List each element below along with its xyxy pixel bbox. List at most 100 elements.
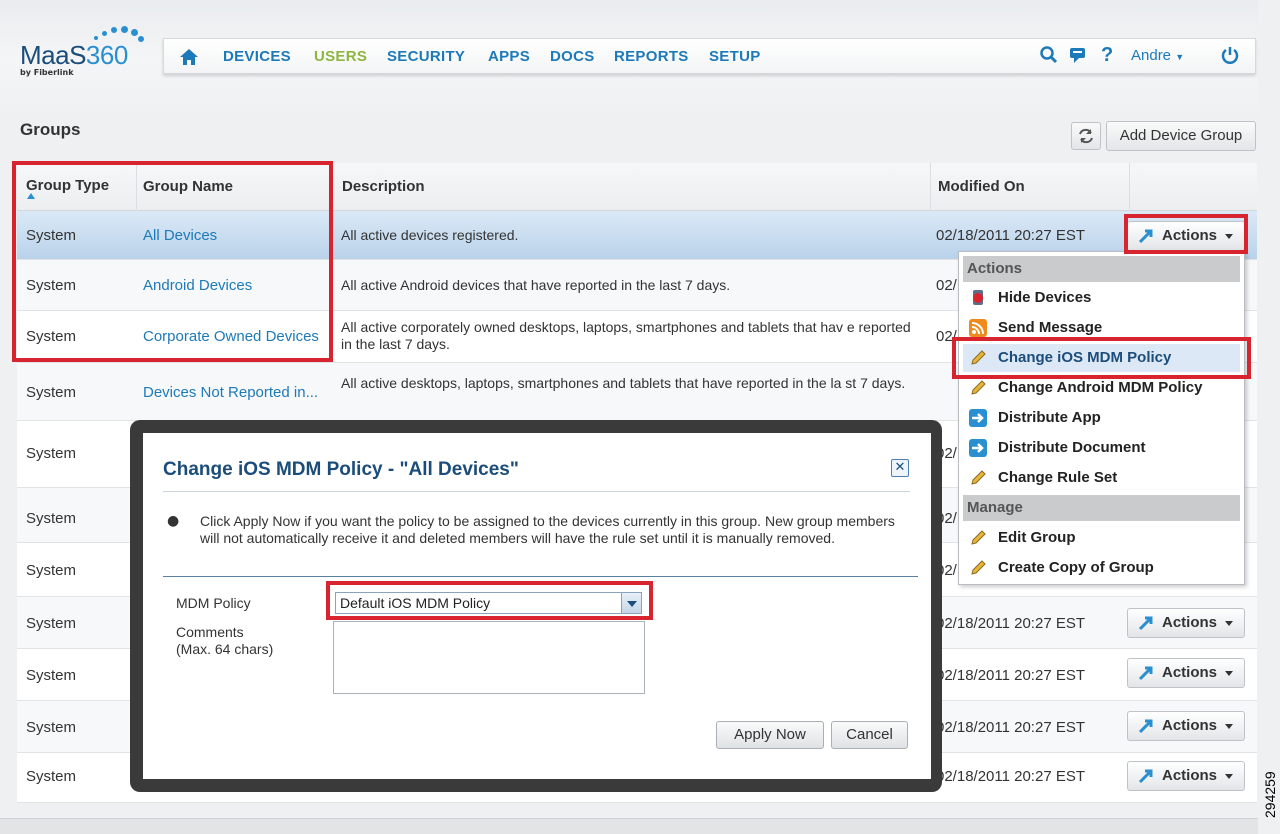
table-header: Group Type Group Name Description Modifi… [17, 163, 1257, 211]
group-description: All active desktops, laptops, smartphone… [341, 375, 906, 391]
close-icon[interactable]: ✕ [891, 459, 909, 477]
cancel-button[interactable]: Cancel [831, 721, 908, 749]
menu-section-actions: Actions [963, 256, 1240, 282]
chat-icon[interactable] [1068, 45, 1088, 70]
modified-on: 02/18/2011 20:27 EST [936, 227, 1086, 244]
pencil-icon [969, 469, 987, 487]
caret-down-icon [1225, 621, 1233, 626]
col-modified-on[interactable]: Modified On [938, 178, 1025, 195]
pencil-icon [969, 559, 987, 577]
caret-down-icon [1225, 774, 1233, 779]
actions-button[interactable]: Actions [1127, 658, 1245, 688]
logo-subtitle: by Fiberlink [20, 68, 74, 77]
actions-button[interactable]: Actions [1127, 608, 1245, 638]
actions-label: Actions [1162, 227, 1218, 244]
group-type: System [26, 562, 77, 579]
caret-down-icon [1225, 724, 1233, 729]
nav-docs[interactable]: DOCS [550, 48, 595, 65]
group-description: All active Android devices that have rep… [341, 277, 731, 293]
nav-setup[interactable]: SETUP [709, 48, 761, 65]
sort-asc-icon [27, 193, 35, 199]
col-group-name[interactable]: Group Name [143, 178, 233, 195]
caret-down-icon [1225, 234, 1233, 239]
refresh-button[interactable] [1071, 122, 1101, 150]
add-device-group-button[interactable]: Add Device Group [1106, 121, 1256, 151]
comments-hint: (Max. 64 chars) [176, 641, 274, 657]
menu-section-manage: Manage [963, 495, 1240, 521]
pencil-icon [969, 529, 987, 547]
dialog-message: Click Apply Now if you want the policy t… [200, 513, 895, 546]
col-description[interactable]: Description [342, 178, 425, 195]
page-title: Groups [20, 120, 81, 139]
menu-item-change-android-mdm-policy[interactable]: Change Android MDM Policy [963, 374, 1240, 402]
user-menu[interactable]: Andre ▼ [1131, 47, 1184, 64]
change-ios-mdm-policy-dialog: Change iOS MDM Policy - "All Devices" ✕ … [143, 433, 931, 779]
pencil-icon [969, 349, 987, 367]
actions-arrow-icon [1136, 716, 1156, 736]
actions-button[interactable]: Actions [1127, 711, 1245, 741]
menu-item-distribute-app[interactable]: Distribute App [963, 404, 1240, 432]
power-icon[interactable] [1219, 44, 1241, 66]
actions-button[interactable]: Actions [1127, 761, 1245, 791]
modified-on: 02/18/2011 20:27 EST [936, 719, 1086, 736]
mdm-policy-value: Default iOS MDM Policy [340, 595, 491, 611]
nav-security[interactable]: SECURITY [387, 48, 465, 65]
distribute-arrow-icon [969, 409, 987, 427]
caret-down-icon [1225, 671, 1233, 676]
group-type: System [26, 510, 77, 527]
menu-item-distribute-document[interactable]: Distribute Document [963, 434, 1240, 462]
group-type: System [26, 445, 77, 462]
apply-now-button[interactable]: Apply Now [716, 721, 824, 749]
group-type: System [26, 328, 77, 345]
nav-reports[interactable]: REPORTS [614, 48, 689, 65]
group-type: System [26, 667, 77, 684]
help-icon[interactable]: ? [1101, 44, 1113, 67]
menu-item-edit-group[interactable]: Edit Group [963, 524, 1240, 552]
actions-button[interactable]: Actions [1127, 221, 1245, 251]
home-icon[interactable] [178, 47, 198, 65]
main-nav-bar: DEVICES USERS SECURITY APPS DOCS REPORTS… [163, 38, 1256, 74]
menu-item-send-message[interactable]: Send Message [963, 314, 1240, 342]
menu-item-hide-devices[interactable]: Hide Devices [963, 284, 1240, 312]
group-type: System [26, 277, 77, 294]
refresh-icon [1079, 128, 1093, 144]
actions-dropdown-menu: Actions Hide Devices Send Message Change… [958, 251, 1245, 585]
group-name-link[interactable]: Devices Not Reported in... [143, 384, 318, 401]
actions-label: Actions [1162, 767, 1218, 784]
group-type: System [26, 719, 77, 736]
actions-arrow-icon [1136, 766, 1156, 786]
col-group-type[interactable]: Group Type [26, 177, 109, 194]
group-type: System [26, 615, 77, 632]
search-icon[interactable] [1039, 45, 1059, 70]
modified-on: 02/ [936, 328, 957, 345]
actions-arrow-icon [1136, 663, 1156, 683]
group-name-link[interactable]: Corporate Owned Devices [143, 328, 319, 345]
group-type: System [26, 768, 77, 785]
modified-on: 02/ [936, 277, 957, 294]
groups-table: Group Type Group Name Description Modifi… [17, 163, 1257, 803]
actions-label: Actions [1162, 614, 1218, 631]
pencil-icon [969, 379, 987, 397]
modified-on: 02/18/2011 20:27 EST [936, 768, 1086, 785]
nav-apps[interactable]: APPS [488, 48, 530, 65]
menu-item-create-copy-of-group[interactable]: Create Copy of Group [963, 554, 1240, 582]
group-name-link[interactable]: Android Devices [143, 277, 252, 294]
nav-devices[interactable]: DEVICES [223, 48, 291, 65]
group-name-link[interactable]: All Devices [143, 227, 217, 244]
comments-label: Comments [176, 624, 244, 640]
menu-item-change-rule-set[interactable]: Change Rule Set [963, 464, 1240, 492]
chevron-down-icon[interactable] [621, 593, 641, 613]
bullet-icon: ● [167, 513, 180, 529]
distribute-arrow-icon [969, 439, 987, 457]
modified-on: 02/18/2011 20:27 EST [936, 615, 1086, 632]
nav-users[interactable]: USERS [314, 48, 367, 65]
modified-on: 02/18/2011 20:27 EST [936, 667, 1086, 684]
actions-arrow-icon [1136, 226, 1156, 246]
actions-label: Actions [1162, 717, 1218, 734]
rss-icon [969, 319, 987, 337]
mdm-policy-label: MDM Policy [176, 595, 251, 611]
maas360-logo[interactable]: MaaS360 by Fiberlink [20, 26, 144, 80]
comments-textarea[interactable] [333, 621, 645, 694]
menu-item-change-ios-mdm-policy[interactable]: Change iOS MDM Policy [963, 344, 1240, 372]
mdm-policy-select[interactable]: Default iOS MDM Policy [335, 592, 642, 614]
